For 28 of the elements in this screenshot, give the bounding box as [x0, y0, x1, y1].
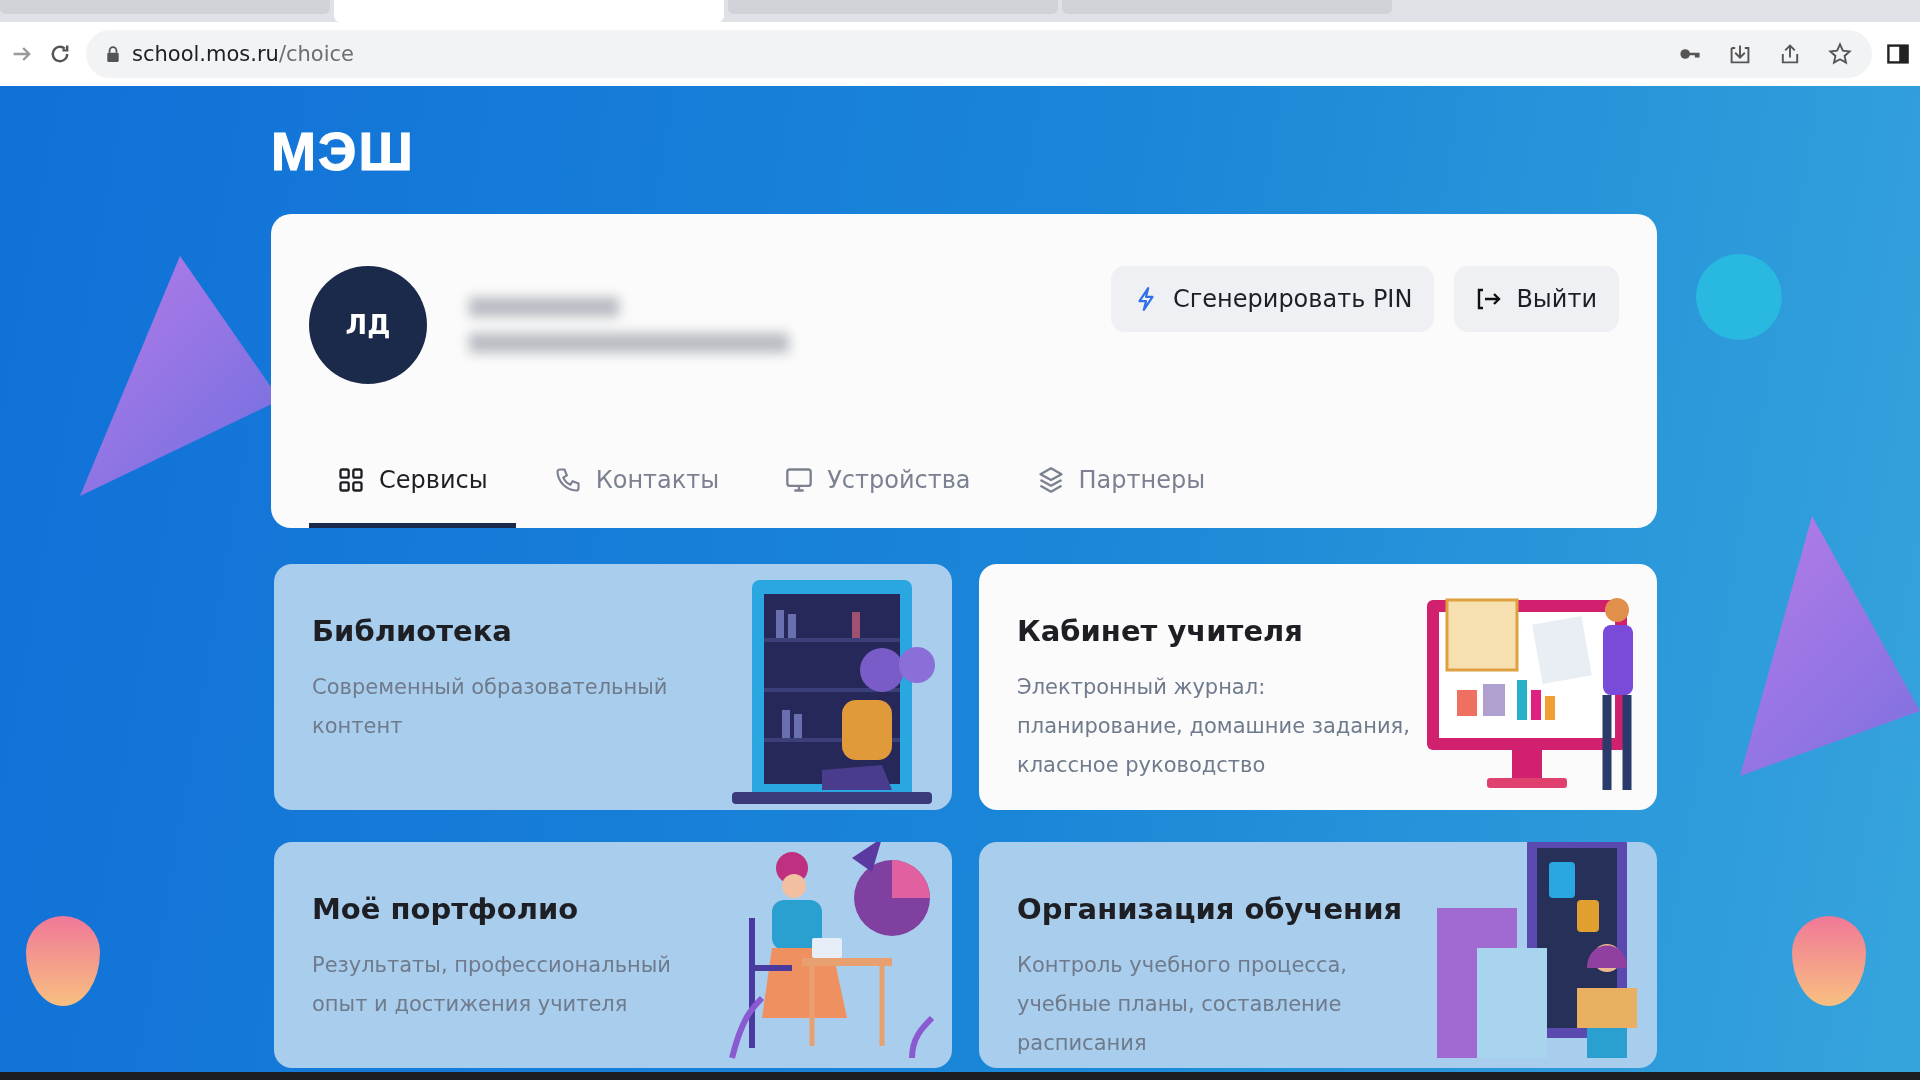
service-description: Современный образовательный контент — [312, 674, 669, 740]
generate-pin-button[interactable]: Сгенерировать PIN — [1110, 266, 1435, 332]
star-icon[interactable] — [1828, 42, 1852, 66]
service-description: Электронный журнал: планирование, домашние задания, классное руководство — [1017, 674, 1411, 779]
logout-button[interactable]: Выйти — [1454, 266, 1619, 332]
service-description: Результаты, профессиональный опыт и достижения учителя — [312, 952, 672, 1018]
tab[interactable]: Устройства — [757, 436, 999, 528]
tab[interactable]: Сервисы — [309, 436, 516, 528]
tab[interactable]: Партнеры — [1008, 436, 1234, 528]
lock-icon — [106, 46, 120, 62]
service-title: Библиотека — [312, 614, 513, 648]
logout-icon — [1476, 286, 1503, 312]
monitor-icon — [785, 465, 814, 494]
service-title: Организация обучения — [1017, 892, 1404, 926]
logo[interactable]: МЭШ — [271, 124, 415, 178]
address-bar[interactable]: school.mos.ru/choice — [86, 30, 1872, 78]
service-description: Контроль учебного процесса, учебные планы, составление расписания — [1017, 952, 1348, 1057]
side-panel-icon[interactable] — [1886, 42, 1910, 66]
service-card[interactable]: Библиотека Современный образовательный контент — [274, 564, 952, 810]
grid-icon — [337, 465, 365, 494]
service-card[interactable]: Кабинет учителя Электронный журнал: планирование, домашние задания, классное руководство — [979, 564, 1657, 810]
service-card[interactable]: Моё портфолио Результаты, профессиональный опыт и достижения учителя — [274, 842, 952, 1068]
layers-icon — [1036, 465, 1065, 494]
service-title: Моё портфолио — [312, 892, 580, 926]
service-title: Кабинет учителя — [1017, 614, 1304, 648]
avatar: ЛД — [309, 266, 427, 384]
tab[interactable]: Контакты — [525, 436, 748, 528]
service-card[interactable]: Организация обучения Контроль учебного процесса, учебные планы, составление расписания — [979, 842, 1657, 1068]
